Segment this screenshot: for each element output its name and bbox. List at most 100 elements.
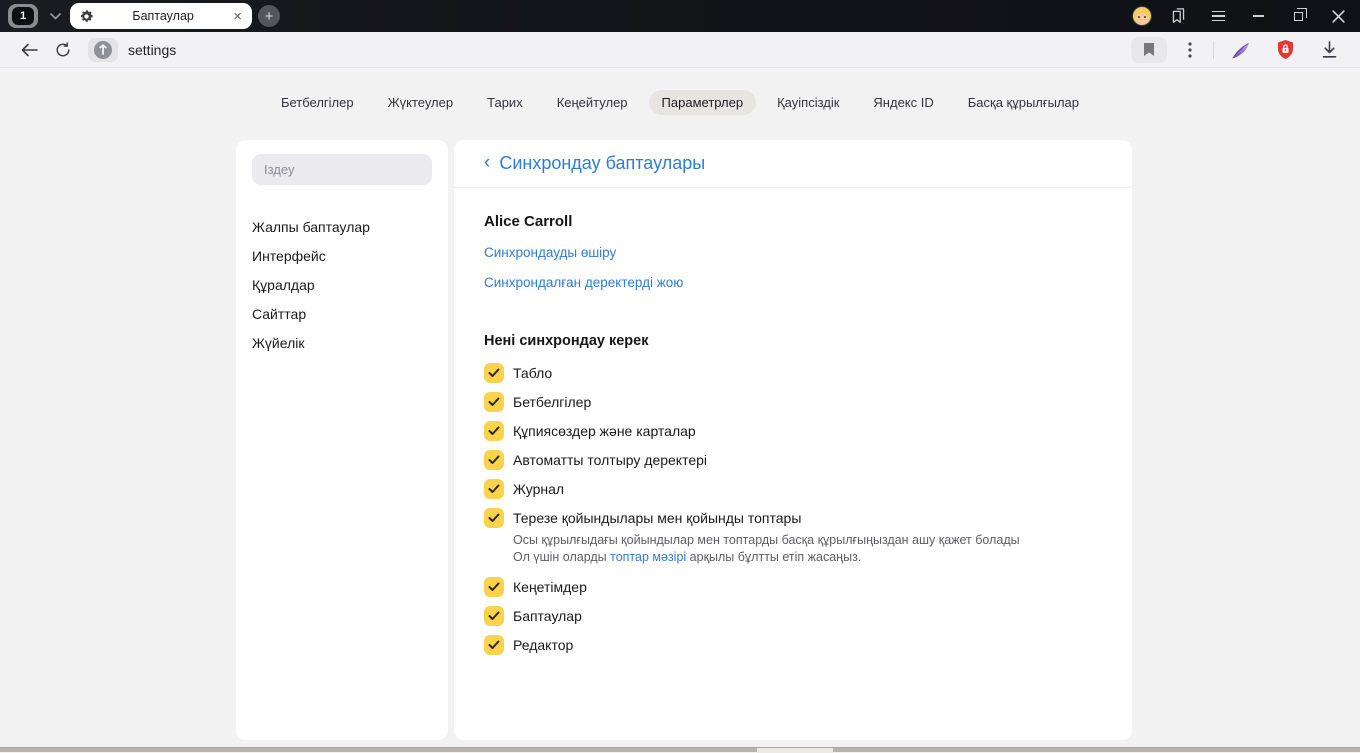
sync-option-editor: Редактор <box>484 630 1102 659</box>
restore-icon <box>1294 12 1303 21</box>
nav-tab-other-devices[interactable]: Басқа құрылғылар <box>955 90 1092 115</box>
checkbox-checked[interactable] <box>484 606 504 626</box>
checkbox-checked[interactable] <box>484 450 504 470</box>
site-badge[interactable] <box>88 38 118 62</box>
profile-avatar[interactable] <box>1132 6 1152 26</box>
sidebar-item-tools[interactable]: Құралдар <box>252 270 432 299</box>
delete-synced-data-link[interactable]: Синхрондалған деректерді жою <box>484 275 1102 290</box>
tab-counter-button[interactable]: 1 <box>8 4 38 28</box>
sidebar-item-interface[interactable]: Интерфейс <box>252 241 432 270</box>
sync-options-list: Табло Бетбелгілер Құпиясөздер және карта… <box>484 358 1102 659</box>
check-icon <box>488 640 500 650</box>
sync-option-tabs: Терезе қойындылары мен қойынды топтары <box>484 503 1102 532</box>
sync-option-label: Кеңетімдер <box>513 579 587 595</box>
checkbox-checked[interactable] <box>484 479 504 499</box>
check-icon <box>488 426 500 436</box>
disable-sync-link[interactable]: Синхрондауды өшіру <box>484 245 1102 260</box>
tab-title: Баптаулар <box>94 9 232 23</box>
sync-option-label: Журнал <box>513 481 564 497</box>
groups-menu-link[interactable]: топтар мәзірі <box>610 550 686 564</box>
check-icon <box>488 368 500 378</box>
checkbox-checked[interactable] <box>484 392 504 412</box>
bookmark-page-button[interactable] <box>1131 37 1167 63</box>
description-line2-post: арқылы бұлтты етіп жасаңыз. <box>686 550 861 564</box>
downloads-button[interactable] <box>1312 36 1346 64</box>
sync-option-settings: Баптаулар <box>484 601 1102 630</box>
description-line1: Осы құрылғыдағы қойындылар мен топтарды … <box>513 533 1020 547</box>
nav-tab-security[interactable]: Қауіпсіздік <box>764 90 852 115</box>
check-icon <box>488 397 500 407</box>
sync-settings-header[interactable]: ‹ Синхрондау баптаулары <box>454 140 1132 188</box>
close-button[interactable] <box>1324 2 1352 30</box>
restore-button[interactable] <box>1284 2 1312 30</box>
back-chevron-icon[interactable]: ‹ <box>484 153 490 172</box>
sync-option-label: Редактор <box>513 637 573 653</box>
new-tab-button[interactable]: + <box>258 5 280 27</box>
browser-toolbar: settings <box>0 32 1360 68</box>
reload-icon <box>55 42 71 58</box>
yandex-browser-icon <box>94 41 112 59</box>
check-icon <box>488 513 500 523</box>
sync-option-passwords: Құпиясөздер және карталар <box>484 416 1102 445</box>
nav-tab-history[interactable]: Тарих <box>474 90 536 115</box>
section-title: Нені синхрондау керек <box>484 333 1102 349</box>
reload-button[interactable] <box>46 36 80 64</box>
tab-close-icon[interactable]: × <box>232 9 243 24</box>
sidebar-item-general[interactable]: Жалпы баптаулар <box>252 212 432 241</box>
taskbar-sliver <box>0 747 1360 752</box>
description-line2-pre: Ол үшін оларды <box>513 550 610 564</box>
checkbox-checked[interactable] <box>484 421 504 441</box>
taskbar-sliver-highlight <box>757 748 833 753</box>
sync-option-description: Осы құрылғыдағы қойындылар мен топтарды … <box>513 532 1102 565</box>
check-icon <box>488 582 500 592</box>
alice-assistant-button[interactable] <box>1224 36 1258 64</box>
minimize-button[interactable] <box>1244 2 1272 30</box>
checkbox-checked[interactable] <box>484 577 504 597</box>
browser-tab-settings[interactable]: Баптаулар × <box>70 3 252 29</box>
checkbox-checked[interactable] <box>484 508 504 528</box>
settings-nav: Бетбелгілер Жүктеулер Тарих Кеңейтулер П… <box>0 90 1360 115</box>
sync-option-label: Құпиясөздер және карталар <box>513 423 696 439</box>
nav-tab-bookmarks[interactable]: Бетбелгілер <box>268 90 367 115</box>
sync-option-label: Терезе қойындылары мен қойынды топтары <box>513 510 801 526</box>
protect-button[interactable] <box>1268 36 1302 64</box>
bookmark-icon <box>1143 42 1155 57</box>
address-bar-menu-button[interactable] <box>1177 36 1203 64</box>
sidebar-list: Жалпы баптаулар Интерфейс Құралдар Сайтт… <box>252 212 432 357</box>
feather-icon <box>1230 39 1252 61</box>
sync-option-label: Автоматты толтыру деректері <box>513 452 707 468</box>
back-button[interactable] <box>12 36 46 64</box>
address-bar-text[interactable]: settings <box>128 42 176 58</box>
back-arrow-icon <box>21 43 38 57</box>
sync-settings-panel: ‹ Синхрондау баптаулары Alice Carroll Си… <box>454 140 1132 740</box>
page-title: Синхрондау баптаулары <box>499 153 705 174</box>
nav-tab-downloads[interactable]: Жүктеулер <box>375 90 467 115</box>
sync-option-bookmarks: Бетбелгілер <box>484 387 1102 416</box>
sync-option-extensions: Кеңетімдер <box>484 572 1102 601</box>
nav-tab-settings[interactable]: Параметрлер <box>649 90 757 115</box>
bookmarks-panel-button[interactable] <box>1164 2 1192 30</box>
close-icon <box>1332 10 1345 23</box>
sync-option-label: Табло <box>513 365 552 381</box>
search-input[interactable] <box>252 154 432 185</box>
chevron-down-icon <box>50 13 61 20</box>
account-name: Alice Carroll <box>484 213 1102 230</box>
tab-list-chevron-button[interactable] <box>42 6 68 26</box>
toolbar-divider <box>1213 41 1214 59</box>
nav-tab-yandex-id[interactable]: Яндекс ID <box>860 90 946 115</box>
kebab-menu-icon <box>1188 42 1192 58</box>
checkbox-checked[interactable] <box>484 363 504 383</box>
shield-lock-icon <box>1276 39 1295 60</box>
window-titlebar: 1 Баптаулар × + <box>0 0 1360 32</box>
hamburger-icon <box>1212 11 1225 22</box>
sidebar-item-system[interactable]: Жүйелік <box>252 328 432 357</box>
sync-settings-body: Alice Carroll Синхрондауды өшіру Синхрон… <box>454 188 1132 659</box>
sync-option-autofill: Автоматты толтыру деректері <box>484 445 1102 474</box>
sidebar-item-sites[interactable]: Сайттар <box>252 299 432 328</box>
menu-button[interactable] <box>1204 2 1232 30</box>
checkbox-checked[interactable] <box>484 635 504 655</box>
sync-option-tableau: Табло <box>484 358 1102 387</box>
sync-option-history: Журнал <box>484 474 1102 503</box>
nav-tab-extensions[interactable]: Кеңейтулер <box>544 90 641 115</box>
check-icon <box>488 484 500 494</box>
